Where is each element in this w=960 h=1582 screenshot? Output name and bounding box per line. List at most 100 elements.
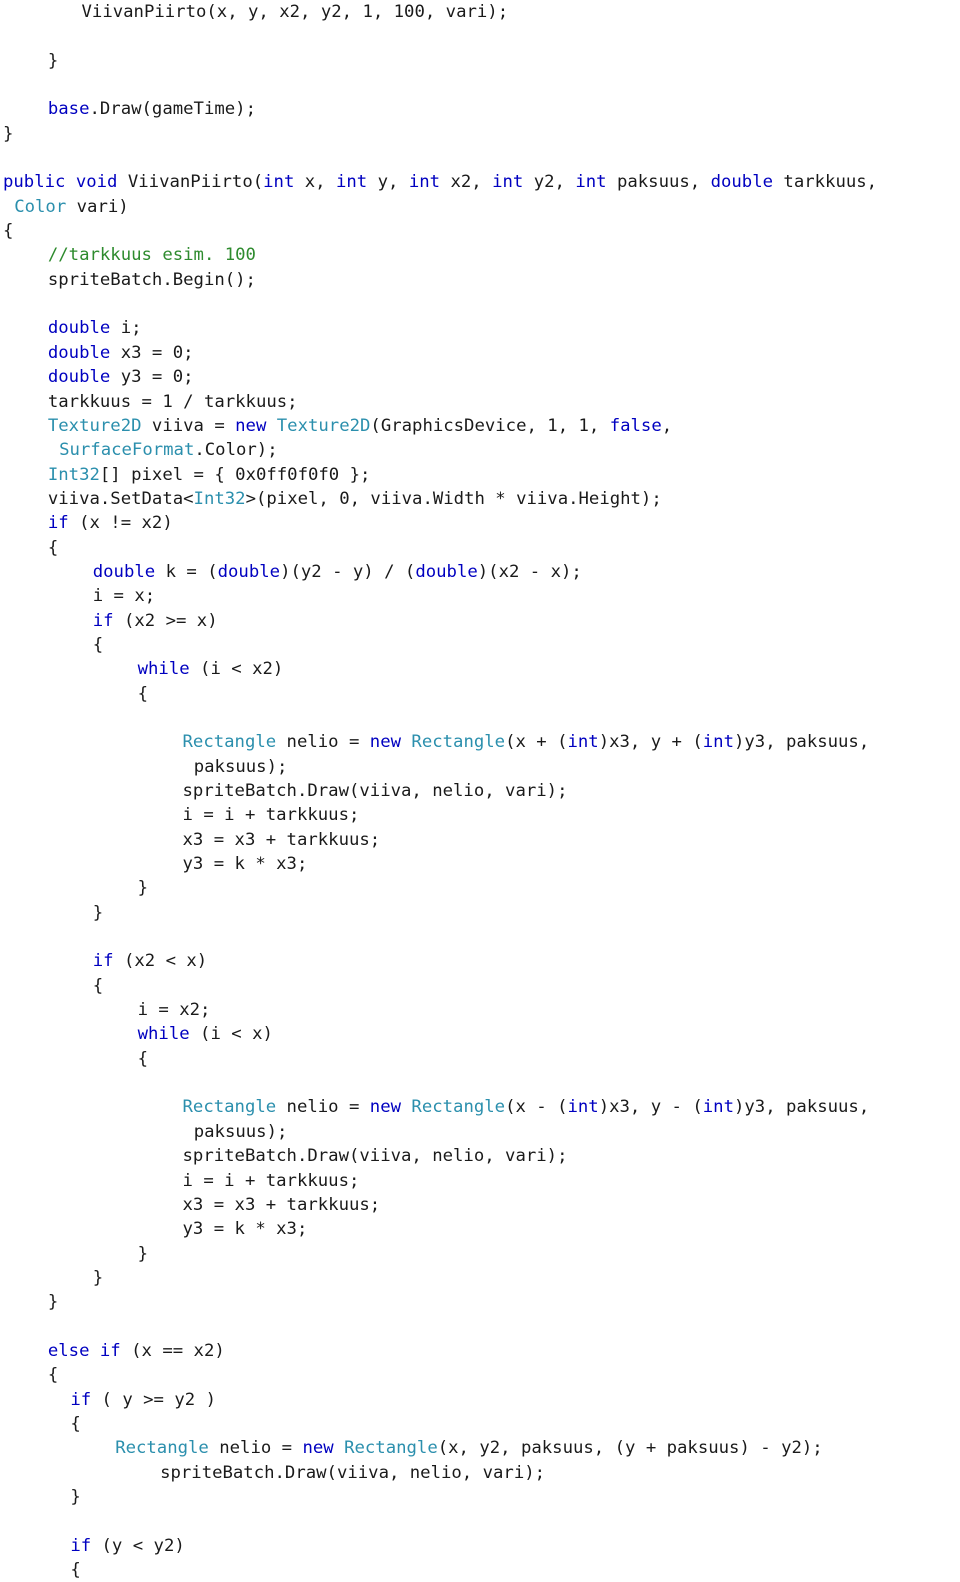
code-line: if ( y >= y2 ) [0, 1388, 960, 1412]
code-token-typ: SurfaceFormat [59, 440, 195, 461]
code-token-pln: x2, [440, 172, 493, 193]
code-token-typ: Color [14, 196, 67, 217]
code-token-pln: )y3, paksuus, [733, 1097, 870, 1118]
code-token-pln: { [92, 975, 104, 996]
code-token-typ: Rectangle [411, 732, 506, 753]
code-line: public void ViivanPiirto(int x, int y, i… [0, 170, 960, 194]
code-token-pln: (i < x) [189, 1024, 273, 1045]
code-token-pln: ViivanPiirto( [117, 172, 264, 193]
code-line: //tarkkuus esim. 100 [0, 243, 960, 267]
code-token-pln: } [47, 50, 59, 71]
code-line: { [0, 682, 960, 706]
code-line: Texture2D viiva = new Texture2D(Graphics… [0, 414, 960, 438]
code-token-pln: spriteBatch.Draw(viiva, nelio, vari); [182, 1146, 568, 1167]
code-token-typ: Rectangle [411, 1097, 506, 1118]
code-line: double y3 = 0; [0, 365, 960, 389]
code-token-kw: int [408, 172, 441, 193]
code-token-pln: )(y2 - y) / ( [280, 561, 416, 582]
code-token-pln: nelio = [208, 1438, 303, 1459]
code-token-pln [401, 732, 411, 752]
code-token-pln: i = x2; [137, 1000, 211, 1021]
code-token-pln: y, [367, 172, 409, 193]
code-line: tarkkuus = 1 / tarkkuus; [0, 390, 960, 414]
code-token-kw: double [92, 561, 156, 582]
code-token-pln: )(x2 - x); [477, 561, 582, 582]
code-token-pln: { [70, 1560, 81, 1580]
code-token-pln: viiva = [141, 415, 236, 436]
code-token-pln: { [137, 1048, 149, 1069]
code-token-pln: viiva.SetData< [47, 488, 194, 509]
code-line: { [0, 1363, 960, 1387]
code-token-pln: paksuus); [193, 1121, 288, 1142]
code-line: } [0, 901, 960, 925]
code-line: SurfaceFormat.Color); [0, 438, 960, 462]
code-line: Color vari) [0, 195, 960, 219]
code-line: } [0, 1290, 960, 1314]
code-line: Rectangle nelio = new Rectangle(x - (int… [0, 1095, 960, 1119]
code-token-kw: int [492, 172, 524, 193]
code-token-pln: { [47, 1365, 59, 1386]
code-line: if (x != x2) [0, 511, 960, 535]
code-token-pln: x3 = 0; [110, 342, 194, 363]
code-token-typ: Rectangle [344, 1438, 438, 1459]
code-line: while (i < x) [0, 1022, 960, 1046]
code-token-kw: public [3, 172, 66, 193]
code-line: } [0, 1242, 960, 1266]
code-token-kw: if [92, 951, 114, 972]
code-token-kw: new [369, 1097, 402, 1118]
code-token-typ: Int32 [193, 488, 246, 509]
code-token-pln [401, 1097, 411, 1117]
code-token-kw: int [263, 172, 295, 193]
code-token-kw: new [302, 1438, 334, 1459]
code-token-typ: Texture2D [47, 415, 142, 436]
code-line: { [0, 536, 960, 560]
code-token-pln: spriteBatch.Begin(); [47, 269, 256, 290]
code-line: viiva.SetData<Int32>(pixel, 0, viiva.Wid… [0, 487, 960, 511]
code-token-pln: )x3, y - ( [598, 1097, 703, 1118]
code-token-pln: x, [294, 172, 336, 193]
code-token-kw: if [70, 1389, 92, 1410]
code-token-kw: int [702, 732, 734, 753]
code-token-pln: } [47, 1292, 59, 1313]
code-token-kw: base [47, 99, 90, 120]
code-token-pln: >(pixel, 0, viiva.Width * viiva.Height); [245, 488, 662, 509]
code-token-pln: (x, y2, paksuus, (y + paksuus) - y2); [437, 1438, 823, 1459]
code-token-kw: int [575, 172, 607, 193]
code-token-kw: int [702, 1097, 734, 1118]
code-token-pln: spriteBatch.Draw(viiva, nelio, vari); [182, 781, 568, 801]
code-line: } [0, 1485, 960, 1509]
code-line: i = i + tarkkuus; [0, 803, 960, 827]
code-token-kw: if [47, 513, 69, 534]
code-line: Rectangle nelio = new Rectangle(x + (int… [0, 730, 960, 754]
code-line: spriteBatch.Begin(); [0, 268, 960, 292]
code-line: y3 = k * x3; [0, 1217, 960, 1241]
code-line: { [0, 1412, 960, 1436]
code-token-pln: { [137, 683, 149, 704]
code-token-pln: { [47, 537, 59, 558]
code-token-kw: double [47, 367, 111, 388]
code-line: x3 = x3 + tarkkuus; [0, 828, 960, 852]
code-line: while (i < x2) [0, 657, 960, 681]
code-token-typ: Texture2D [276, 415, 371, 436]
code-line: spriteBatch.Draw(viiva, nelio, vari); [0, 779, 960, 803]
code-token-pln: y3 = k * x3; [182, 854, 308, 875]
code-line: Int32[] pixel = { 0x0ff0f0f0 }; [0, 463, 960, 487]
code-token-pln: tarkkuus = 1 / tarkkuus; [47, 391, 298, 412]
code-token-pln: )x3, y + ( [598, 732, 703, 753]
code-token-kw: new [235, 415, 267, 436]
code-token-kw: int [335, 172, 368, 193]
code-token-pln: .Draw(gameTime); [89, 99, 256, 120]
code-token-pln: ViivanPiirto(x, y, x2, y2, 1, 100, vari)… [81, 2, 509, 22]
code-line: double x3 = 0; [0, 341, 960, 365]
code-token-pln: ( y >= y2 ) [91, 1389, 216, 1410]
code-token-pln: x3 = x3 + tarkkuus; [182, 1194, 381, 1215]
code-token-kw: while [137, 1024, 190, 1045]
code-token-pln [65, 172, 75, 192]
code-token-typ: Rectangle [115, 1438, 209, 1459]
code-line: } [0, 1266, 960, 1290]
